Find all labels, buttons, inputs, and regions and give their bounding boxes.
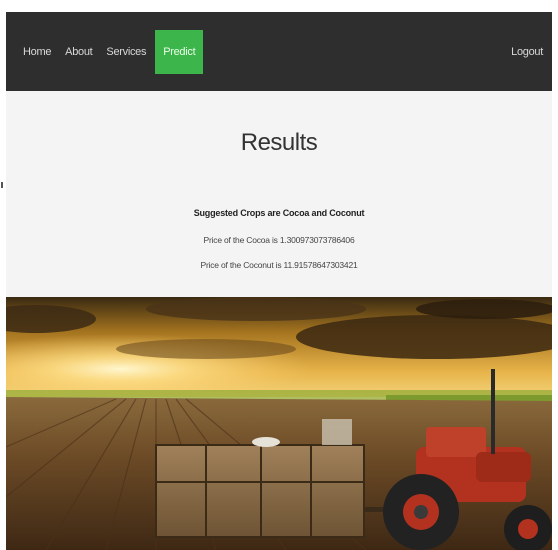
results-panel: Results Suggested Crops are Cocoa and Co… bbox=[6, 91, 552, 297]
page-frame: Home About Services Predict Logout Resul… bbox=[6, 12, 552, 550]
suggested-crops-text: Suggested Crops are Cocoa and Coconut bbox=[193, 208, 365, 218]
nav-predict-link[interactable]: Predict bbox=[155, 29, 204, 74]
nav-menu: Home About Services Predict bbox=[6, 12, 204, 91]
page-title: Results bbox=[240, 129, 318, 156]
nav-about-link[interactable]: About bbox=[58, 12, 99, 91]
hero-farm-image bbox=[6, 297, 552, 550]
logout-link[interactable]: Logout bbox=[511, 12, 543, 91]
text-cursor bbox=[1, 182, 3, 188]
cocoa-price-text: Price of the Cocoa is 1.300973073786406 bbox=[203, 235, 355, 245]
nav-home-link[interactable]: Home bbox=[16, 12, 58, 91]
nav-services-link[interactable]: Services bbox=[99, 12, 153, 91]
navbar: Home About Services Predict Logout bbox=[6, 12, 552, 91]
coconut-price-text: Price of the Coconut is 11.9157864730342… bbox=[200, 260, 358, 270]
